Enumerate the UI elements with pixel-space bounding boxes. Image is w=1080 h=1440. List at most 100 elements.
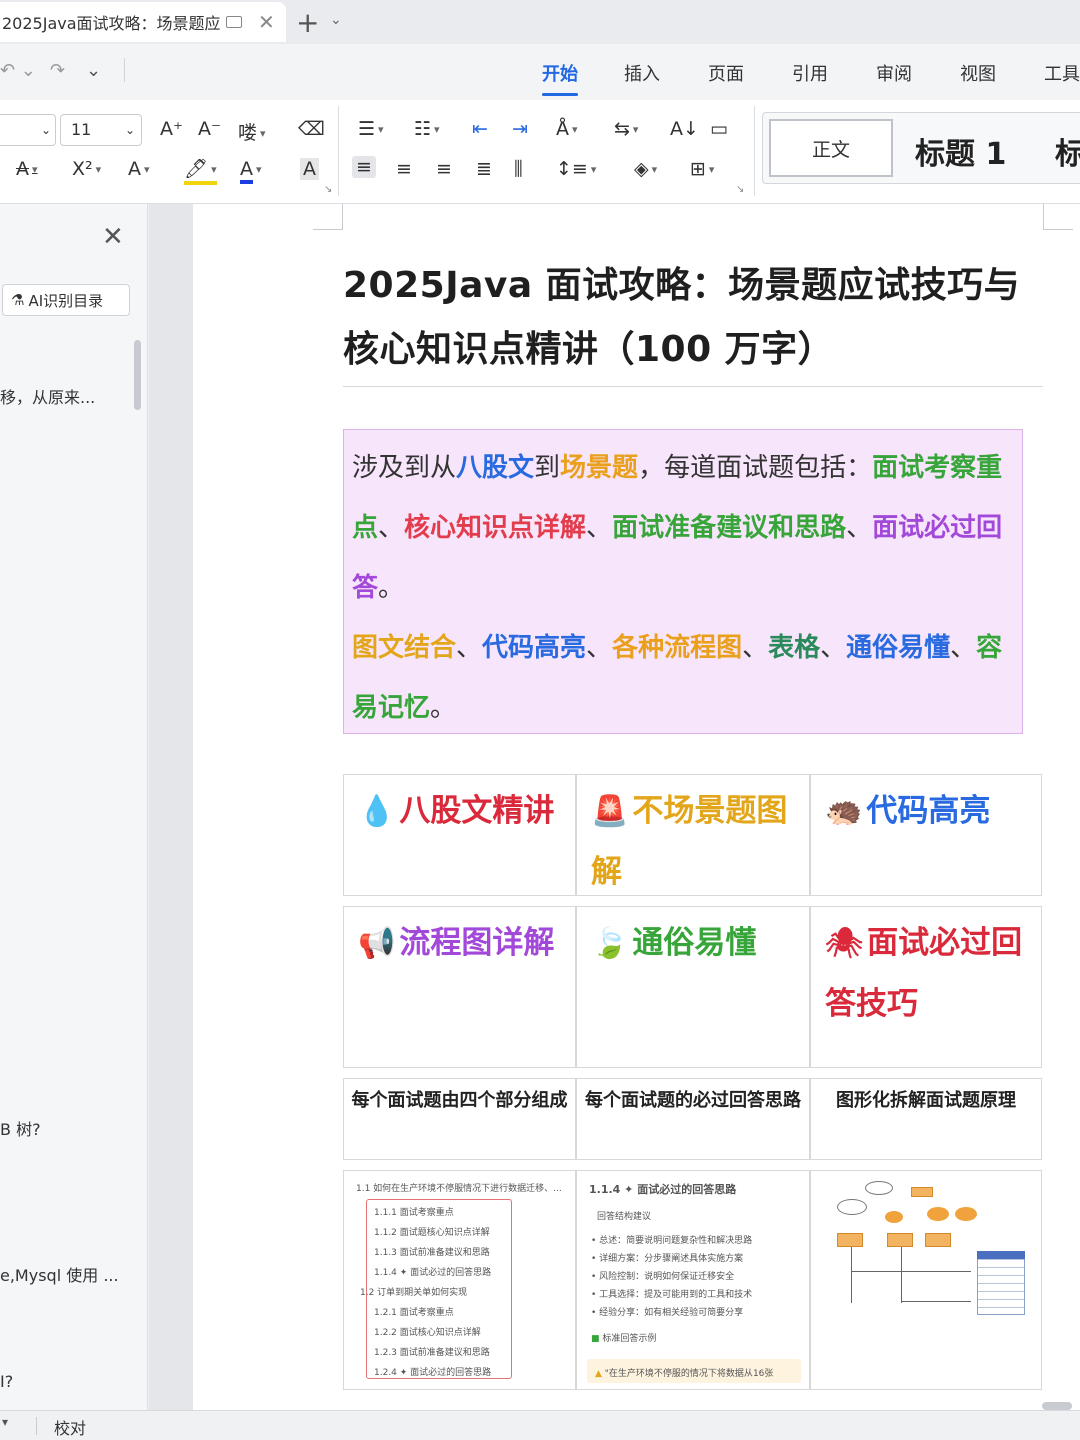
nav-item[interactable]: I? (0, 1372, 13, 1391)
menu-row: ↶ ⌄ ↷ ⌄ 开始 插入 页面 引用 审阅 视图 工具 (0, 44, 1080, 100)
document-tab-title: 2025Java面试攻略：场景题应 (2, 14, 220, 33)
style-heading-2[interactable]: 标 (1055, 129, 1080, 173)
thumb-example-text: 标准回答示例 (602, 1334, 657, 1344)
swap-icon[interactable]: ⇆ ▾ (614, 118, 638, 140)
thumbnail-outline: 1.1 如何在生产环境不停服情况下进行数据迁移、... 1.1.1 面试考察重点… (343, 1170, 576, 1390)
redo-icon[interactable]: ↷ (50, 60, 65, 81)
bullet-list-icon[interactable]: ☰ ▾ (358, 118, 384, 140)
ruler-icon[interactable]: ▭ (710, 118, 728, 140)
thumb-bullet-text: 工具选择：提及可能用到的工具和技术 (599, 1290, 753, 1300)
highlight-icon[interactable]: 🖊 ▾ (184, 158, 217, 185)
intro-text: 、 (846, 513, 873, 543)
menu-review[interactable]: 审阅 (876, 60, 912, 86)
document-tab[interactable]: 2025Java面试攻略：场景题应 ✕ (0, 2, 286, 42)
document-title: 2025Java 面试攻略：场景题应试技巧与核心知识点精讲（100 万字） (343, 265, 1021, 370)
text-effect-icon[interactable]: A ▾ (128, 158, 150, 180)
ai-toc-label: AI识别目录 (28, 291, 104, 310)
style-heading-1[interactable]: 标题 1 (915, 129, 1006, 173)
new-tab-icon[interactable]: + (296, 6, 319, 39)
diagram-node (911, 1187, 933, 1197)
proofread-button[interactable]: 校对 (54, 1415, 86, 1439)
align-right-icon[interactable]: ≡ (436, 158, 452, 180)
thumb-bullet-text: 总述：简要说明问题复杂性和解决思路 (599, 1236, 753, 1246)
thumb-item: 1.1.1 面试考察重点 (374, 1208, 454, 1218)
strikethrough-icon[interactable]: A ▾ (16, 158, 38, 180)
nav-item[interactable]: e,Mysql 使用 ... (0, 1262, 119, 1286)
scrollbar[interactable] (134, 340, 141, 410)
thumb-bullet: • 工具选择：提及可能用到的工具和技术 (591, 1290, 753, 1300)
menu-home[interactable]: 开始 (542, 60, 578, 96)
diagram-node (955, 1207, 977, 1221)
outdent-icon[interactable]: ⇤ (472, 118, 488, 140)
nav-item[interactable]: 移，从原来... (0, 384, 95, 408)
font-family-select[interactable]: ⌄ (0, 114, 56, 146)
style-normal[interactable]: 正文 (769, 119, 893, 177)
chevron-down-icon[interactable]: ▾ (2, 1415, 8, 1429)
menu-page[interactable]: 页面 (708, 60, 744, 86)
phonetic-icon[interactable]: 喽 ▾ (238, 118, 266, 145)
diagram-table-header (977, 1251, 1025, 1259)
font-size-select[interactable]: 11 ⌄ (60, 114, 142, 146)
shading-icon[interactable]: ◈ ▾ (634, 158, 657, 180)
border-icon[interactable]: ⊞ ▾ (690, 158, 714, 180)
intro-text: 、 (378, 513, 405, 543)
font-color-icon[interactable]: A ▾ (240, 158, 262, 184)
feature-cell: 🚨 不场景题图解 (576, 774, 810, 896)
chevron-down-icon: ⌄ (40, 123, 51, 137)
intro-text: 、 (586, 513, 613, 543)
intro-text: 到 (534, 453, 561, 483)
grow-font-icon[interactable]: A⁺ (160, 118, 183, 140)
margin-mark (1043, 204, 1073, 230)
caption-cell: 每个面试题由四个部分组成 (343, 1078, 576, 1160)
status-bar: ▾ 校对 (0, 1410, 1080, 1440)
line-spacing-icon[interactable]: ↕≡ ▾ (556, 158, 596, 180)
highlight-glyph: 🖊 (184, 158, 209, 180)
menu-view[interactable]: 视图 (960, 60, 996, 86)
justify-icon[interactable]: ≣ (476, 158, 492, 180)
shrink-font-icon[interactable]: A⁻ (198, 118, 221, 140)
nav-item[interactable]: B 树? (0, 1116, 41, 1140)
diagram-connector (851, 1247, 852, 1303)
hedgehog-icon: 🦔 (825, 794, 863, 829)
text-direction-icon[interactable]: Å ▾ (556, 118, 578, 140)
feature-cell: 📢 流程图详解 (343, 906, 576, 1068)
thumb-bullet: • 总述：简要说明问题复杂性和解决思路 (591, 1236, 753, 1246)
menu-reference[interactable]: 引用 (792, 60, 828, 86)
expand-corner-icon[interactable]: ↘ (324, 184, 332, 195)
numbered-list-icon[interactable]: ☷ ▾ (414, 118, 440, 140)
expand-corner-icon[interactable]: ↘ (736, 184, 744, 195)
distribute-icon[interactable]: ⫼ (514, 158, 523, 180)
thumb-header: 1.1.4 ✦ 面试必过的回答思路 (589, 1183, 737, 1196)
ai-toc-button[interactable]: ⚗ AI识别目录 (2, 284, 130, 316)
chevron-down-icon[interactable]: ⌄ (330, 12, 342, 28)
caption-cell: 图形化拆解面试题原理 (810, 1078, 1042, 1160)
chevron-down-icon[interactable]: ⌄ (86, 60, 101, 81)
intro-highlight: 各种流程图 (612, 633, 743, 663)
intro-highlight: 核心知识点详解 (404, 513, 587, 543)
menu-tools[interactable]: 工具 (1044, 60, 1080, 86)
monitor-icon[interactable] (226, 16, 242, 28)
align-left-icon[interactable]: ≡ (352, 156, 376, 178)
font-color-glyph: A (240, 158, 253, 184)
thumb-bullet: • 风险控制：说明如何保证迁移安全 (591, 1272, 735, 1282)
eraser-icon[interactable]: ⌫ (298, 118, 325, 140)
thumbnail-answer: 1.1.4 ✦ 面试必过的回答思路 回答结构建议 • 总述：简要说明问题复杂性和… (576, 1170, 810, 1390)
strike-glyph: A (16, 158, 29, 180)
document-page[interactable]: 2025Java 面试攻略：场景题应试技巧与核心知识点精讲（100 万字） 涉及… (193, 204, 1080, 1410)
close-icon[interactable]: ✕ (102, 222, 124, 252)
sort-icon[interactable]: A↓ (670, 118, 699, 140)
close-tab-icon[interactable]: ✕ (258, 10, 275, 34)
undo-icon[interactable]: ↶ ⌄ (0, 60, 36, 81)
indent-icon[interactable]: ⇥ (512, 118, 528, 140)
align-center-icon[interactable]: ≡ (396, 158, 412, 180)
thumb-example: ■ 标准回答示例 (591, 1331, 656, 1344)
thumb-bullet-text: 详细方案：分步骤阐述具体实施方案 (599, 1254, 744, 1264)
scrollbar[interactable] (1042, 1402, 1072, 1410)
feature-cell: 🕷 面试必过回答技巧 (810, 906, 1042, 1068)
super-glyph: X² (72, 158, 93, 180)
diagram-node (885, 1211, 903, 1223)
char-shading-icon[interactable]: A (300, 158, 319, 180)
menu-insert[interactable]: 插入 (624, 60, 660, 86)
thumb-item: 1.2.4 ✦ 面试必过的回答思路 (374, 1368, 492, 1378)
superscript-icon[interactable]: X² ▾ (72, 158, 101, 180)
